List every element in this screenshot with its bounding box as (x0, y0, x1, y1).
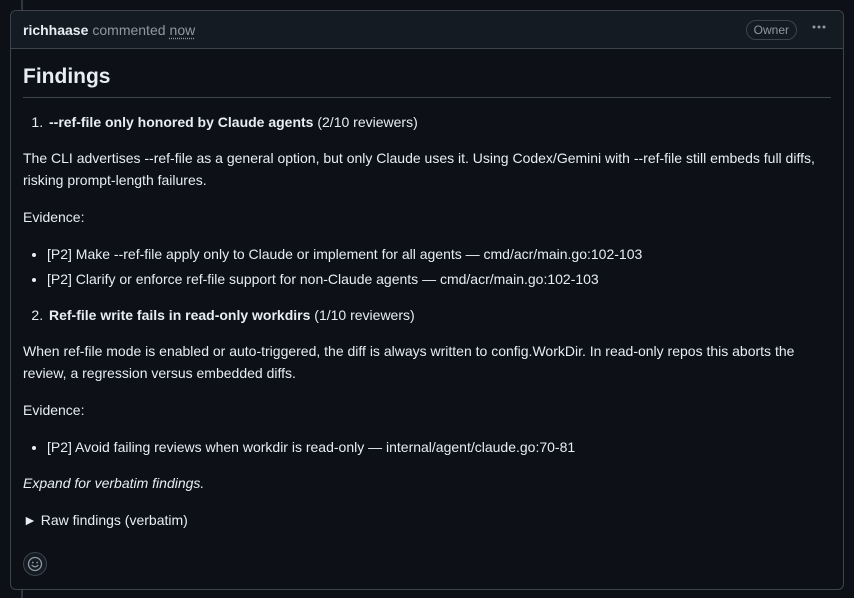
finding-2-title: Ref-file write fails in read-only workdi… (49, 307, 311, 323)
owner-badge: Owner (745, 19, 797, 40)
finding-1-evidence-label: Evidence: (23, 209, 85, 225)
comment-header: richhaase commented now Owner (11, 11, 843, 49)
finding-1-count: (2/10 reviewers) (317, 114, 418, 130)
expand-note-text: Expand for verbatim findings. (23, 475, 205, 491)
comment-action-text: commented (92, 21, 166, 38)
finding-1-title-item: --ref-file only honored by Claude agents… (47, 111, 831, 133)
finding-1-list: --ref-file only honored by Claude agents… (23, 111, 831, 133)
comment-box: richhaase commented now Owner Findings -… (10, 10, 844, 590)
evidence-item: [P2] Avoid failing reviews when workdir … (47, 436, 831, 458)
raw-findings-toggle[interactable]: ► Raw findings (verbatim) (23, 509, 831, 531)
finding-2-description: When ref-file mode is enabled or auto-tr… (23, 343, 795, 381)
finding-2-evidence-list: [P2] Avoid failing reviews when workdir … (23, 436, 831, 458)
finding-1-description: The CLI advertises --ref-file as a gener… (23, 150, 815, 188)
kebab-horizontal-icon-svg (812, 25, 826, 29)
timestamp-link[interactable]: now (170, 22, 196, 38)
finding-2-title-item: Ref-file write fails in read-only workdi… (47, 304, 831, 326)
raw-findings-label: Raw findings (verbatim) (40, 512, 188, 528)
expand-note: Expand for verbatim findings. (23, 472, 831, 494)
smiley-icon (27, 556, 43, 572)
author-link[interactable]: richhaase (23, 22, 88, 38)
findings-heading: Findings (23, 63, 831, 98)
finding-1-evidence-list: [P2] Make --ref-file apply only to Claud… (23, 243, 831, 290)
evidence-item: [P2] Clarify or enforce ref-file support… (47, 268, 831, 290)
add-reaction-button[interactable] (23, 552, 47, 576)
triangle-right-icon: ► (23, 512, 37, 528)
finding-2-count: (1/10 reviewers) (314, 307, 415, 323)
finding-2-list: Ref-file write fails in read-only workdi… (23, 304, 831, 326)
finding-1-title: --ref-file only honored by Claude agents (49, 114, 314, 130)
kebab-horizontal-icon[interactable] (807, 19, 831, 40)
finding-2-evidence-label: Evidence: (23, 402, 85, 418)
comment-body: Findings --ref-file only honored by Clau… (11, 49, 843, 531)
evidence-item: [P2] Make --ref-file apply only to Claud… (47, 243, 831, 265)
